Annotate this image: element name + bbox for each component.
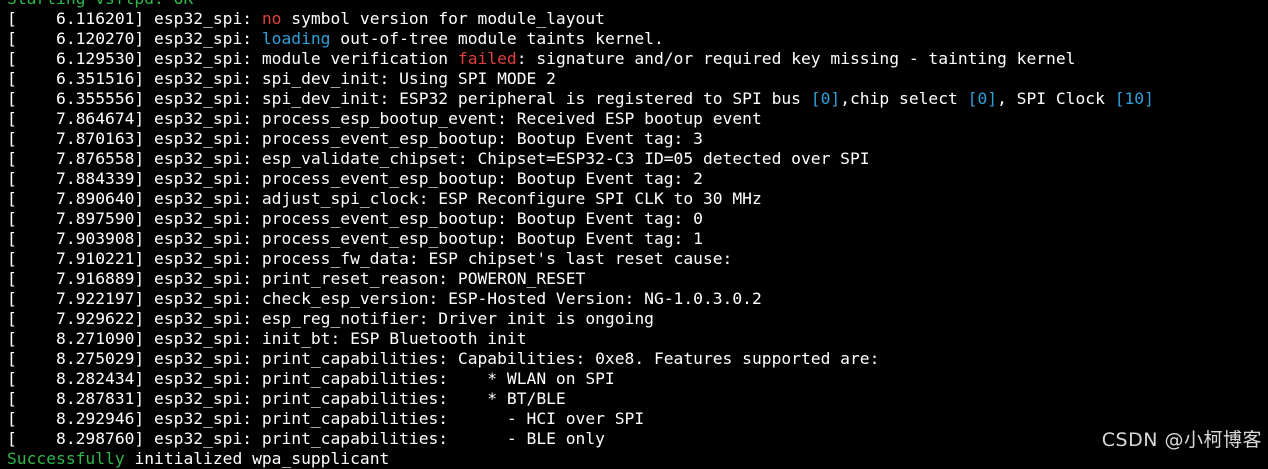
terminal-line: Starting vsftpd: OK — [0, 0, 1268, 9]
terminal-line: [ 7.870163] esp32_spi: process_event_esp… — [0, 129, 1268, 149]
terminal-text-segment: [ 6.129530] esp32_spi: module verificati… — [7, 49, 458, 68]
terminal-line: [ 6.355556] esp32_spi: spi_dev_init: ESP… — [0, 89, 1268, 109]
terminal-text-segment: , SPI Clock — [997, 89, 1115, 108]
terminal-text-segment: [ 6.116201] esp32_spi: — [7, 9, 262, 28]
terminal-text-segment: [ 7.870163] esp32_spi: process_event_esp… — [7, 129, 703, 148]
terminal-text-segment: loading — [261, 29, 331, 48]
terminal-text-segment: [ 8.275029] esp32_spi: print_capabilitie… — [7, 349, 880, 368]
terminal-text-segment: OK — [174, 0, 194, 8]
terminal-line: [ 6.129530] esp32_spi: module verificati… — [0, 49, 1268, 69]
terminal-text-segment: [0] — [810, 89, 841, 108]
terminal-line: [ 6.120270] esp32_spi: loading out-of-tr… — [0, 29, 1268, 49]
terminal-text-segment: : signature and/or required key missing … — [516, 49, 1076, 68]
terminal-text-segment: [ 6.355556] esp32_spi: spi_dev_init: ESP… — [7, 89, 811, 108]
terminal-text-segment: [ 6.120270] esp32_spi: — [7, 29, 262, 48]
terminal-text-segment: no — [261, 9, 282, 28]
terminal-text-segment: Starting vsftpd: — [7, 0, 174, 8]
terminal-line: [ 6.116201] esp32_spi: no symbol version… — [0, 9, 1268, 29]
terminal-text-segment: [ 7.903908] esp32_spi: process_event_esp… — [7, 229, 703, 248]
terminal-text-segment: [ 7.876558] esp32_spi: esp_validate_chip… — [7, 149, 870, 168]
terminal-text-segment: [ 7.884339] esp32_spi: process_event_esp… — [7, 169, 703, 188]
terminal-text-segment: [ 7.922197] esp32_spi: check_esp_version… — [7, 289, 762, 308]
terminal-text-segment: ,chip select — [840, 89, 968, 108]
terminal-text-segment: symbol version for module_layout — [281, 9, 605, 28]
terminal-line: [ 7.876558] esp32_spi: esp_validate_chip… — [0, 149, 1268, 169]
terminal-line: [ 7.903908] esp32_spi: process_event_esp… — [0, 229, 1268, 249]
terminal-line: [ 7.864674] esp32_spi: process_esp_bootu… — [0, 109, 1268, 129]
terminal-text-segment: [ 7.910221] esp32_spi: process_fw_data: … — [7, 249, 733, 268]
terminal-line: [ 8.287831] esp32_spi: print_capabilitie… — [0, 389, 1268, 409]
terminal-text-segment: [ 7.929622] esp32_spi: esp_reg_notifier:… — [7, 309, 654, 328]
terminal-text-segment: [ 7.897590] esp32_spi: process_event_esp… — [7, 209, 703, 228]
terminal-line: [ 8.298760] esp32_spi: print_capabilitie… — [0, 429, 1268, 449]
terminal-line: [ 6.351516] esp32_spi: spi_dev_init: Usi… — [0, 69, 1268, 89]
terminal-line: [ 7.890640] esp32_spi: adjust_spi_clock:… — [0, 189, 1268, 209]
terminal-text-segment: [ 8.271090] esp32_spi: init_bt: ESP Blue… — [7, 329, 527, 348]
terminal-text-segment: [ 8.292946] esp32_spi: print_capabilitie… — [7, 409, 645, 428]
terminal-text-segment: [ 8.298760] esp32_spi: print_capabilitie… — [7, 429, 605, 448]
terminal-line: [ 7.929622] esp32_spi: esp_reg_notifier:… — [0, 309, 1268, 329]
csdn-watermark: CSDN @小柯博客 — [1101, 429, 1262, 451]
terminal-line: [ 7.897590] esp32_spi: process_event_esp… — [0, 209, 1268, 229]
terminal-text-segment: [ 8.282434] esp32_spi: print_capabilitie… — [7, 369, 615, 388]
terminal-text-segment: [ 7.890640] esp32_spi: adjust_spi_clock:… — [7, 189, 762, 208]
terminal-text-segment: out-of-tree module taints kernel. — [330, 29, 664, 48]
terminal-text-segment: [0] — [967, 89, 998, 108]
terminal-line: [ 8.271090] esp32_spi: init_bt: ESP Blue… — [0, 329, 1268, 349]
terminal-text-segment: [10] — [1114, 89, 1154, 108]
terminal-line: [ 7.884339] esp32_spi: process_event_esp… — [0, 169, 1268, 189]
terminal-output[interactable]: Starting vsftpd: OK[ 6.116201] esp32_spi… — [0, 0, 1268, 469]
terminal-text-segment: initialized wpa_supplicant — [124, 449, 390, 468]
terminal-line: [ 7.916889] esp32_spi: print_reset_reaso… — [0, 269, 1268, 289]
terminal-line: [ 8.275029] esp32_spi: print_capabilitie… — [0, 349, 1268, 369]
terminal-line: [ 8.292946] esp32_spi: print_capabilitie… — [0, 409, 1268, 429]
terminal-line: [ 7.910221] esp32_spi: process_fw_data: … — [0, 249, 1268, 269]
terminal-line: Successfully initialized wpa_supplicant — [0, 449, 1268, 469]
terminal-line: [ 7.922197] esp32_spi: check_esp_version… — [0, 289, 1268, 309]
terminal-text-segment: failed — [457, 49, 517, 68]
terminal-text-segment: [ 7.916889] esp32_spi: print_reset_reaso… — [7, 269, 586, 288]
terminal-text-segment: [ 7.864674] esp32_spi: process_esp_bootu… — [7, 109, 762, 128]
terminal-text-segment: [ 8.287831] esp32_spi: print_capabilitie… — [7, 389, 566, 408]
terminal-text-segment: [ 6.351516] esp32_spi: spi_dev_init: Usi… — [7, 69, 556, 88]
terminal-text-segment: Successfully — [7, 449, 125, 468]
terminal-line: [ 8.282434] esp32_spi: print_capabilitie… — [0, 369, 1268, 389]
